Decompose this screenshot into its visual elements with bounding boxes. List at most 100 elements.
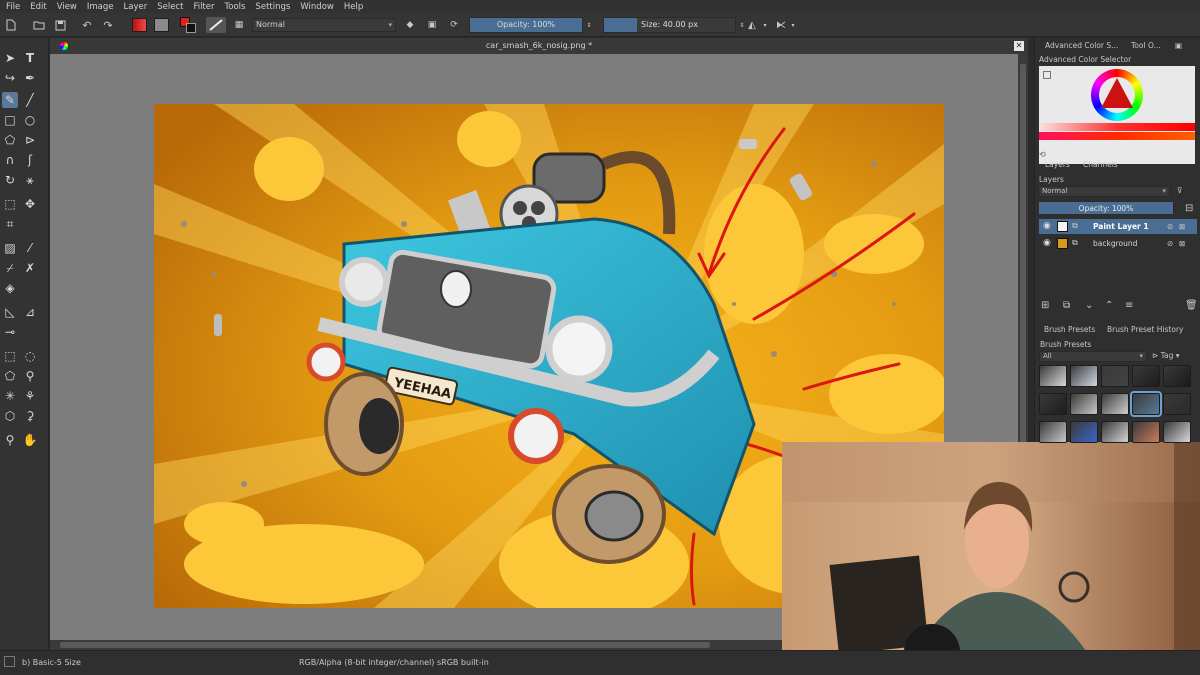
freehand-brush-icon[interactable]: ✎ [2,92,18,108]
brush-preset-icon[interactable] [206,17,226,33]
tab-tool-options[interactable]: Tool O... [1131,41,1161,50]
color-shade-bar-1[interactable] [1039,123,1195,131]
smart-patch-icon[interactable]: ⌿ [2,260,18,276]
brush-preset-tile[interactable] [1163,393,1191,415]
measure-tool-icon[interactable]: ⊿ [22,304,38,320]
opacity-slider[interactable]: Opacity: 100% [469,17,583,33]
brush-preset-tile[interactable] [1070,365,1098,387]
layer-lock-icon[interactable]: ⊘ [1167,222,1173,231]
visibility-eye-icon[interactable]: ◉ [1043,238,1051,248]
menu-file[interactable]: File [6,2,20,12]
brush-preset-tile[interactable] [1132,421,1160,443]
freehand-select-icon[interactable]: ⚲ [22,368,38,384]
layer-opacity-slider[interactable]: Opacity: 100% [1038,201,1174,215]
bezier-select-icon[interactable]: ⬡ [2,408,18,424]
status-brush-icon[interactable] [4,656,15,667]
reset-color-icon[interactable]: ⟲ [1039,150,1049,160]
pattern-swatch[interactable] [154,18,169,32]
ellipse-tool-icon[interactable]: ○ [22,112,38,128]
redo-icon[interactable]: ↷ [101,17,115,33]
tag-select[interactable]: ⊳ Tag ▾ [1152,351,1180,360]
move-layer-up-icon[interactable]: ⌃ [1105,300,1113,311]
rect-select-icon[interactable]: ⬚ [2,348,18,364]
delete-layer-icon[interactable]: 🗑 [1185,300,1198,311]
add-layer-icon[interactable]: ⊞ [1041,300,1049,311]
fill-tool-icon[interactable]: ◈ [2,280,18,296]
tab-brush-presets[interactable]: Brush Presets [1044,325,1095,334]
layer-properties-icon[interactable]: ⊟ [1185,203,1193,214]
contiguous-select-icon[interactable]: ✳ [2,388,18,404]
line-tool-icon[interactable]: ╱ [22,92,38,108]
bezier-tool-icon[interactable]: ∩ [2,152,18,168]
dynamic-brush-icon[interactable]: ↻ [2,172,18,188]
brush-preset-tile[interactable] [1101,365,1129,387]
visibility-eye-icon[interactable]: ◉ [1043,221,1051,231]
pan-tool-icon[interactable]: ✋ [22,432,38,448]
mirror-vertical-icon[interactable]: ⧔ [773,17,789,33]
layer-expand-icon[interactable]: ⧉ [1072,221,1078,231]
horizontal-scroll-thumb[interactable] [60,642,710,648]
menu-edit[interactable]: Edit [30,2,46,12]
layer-expand-icon[interactable]: ⧉ [1072,238,1078,248]
alpha-lock-icon[interactable]: ▣ [426,17,438,33]
brush-preset-tile[interactable] [1101,393,1129,415]
menu-tools[interactable]: Tools [225,2,246,12]
close-document-icon[interactable]: ✕ [1014,41,1024,51]
crop-tool-icon[interactable]: ⌗ [2,216,18,232]
mirror-dropdown-icon[interactable]: ▾ [761,17,769,33]
brush-preset-tile[interactable] [1163,421,1191,443]
polygon-tool-icon[interactable]: ⬠ [2,132,18,148]
gradient-tool-icon[interactable]: ▨ [2,240,18,256]
duplicate-layer-icon[interactable]: ⧉ [1063,300,1070,311]
brush-preset-tile[interactable] [1163,365,1191,387]
brush-preset-tile[interactable] [1101,421,1129,443]
blend-mode-select[interactable]: Normal ▾ [252,18,396,32]
undo-icon[interactable]: ↶ [80,17,94,33]
menu-settings[interactable]: Settings [255,2,290,12]
layer-row-background[interactable]: ◉ ⧉ background ⊘ ⊠ [1039,236,1197,251]
brush-preset-tile[interactable] [1070,393,1098,415]
color-shade-bar-2[interactable] [1039,132,1195,140]
layer-row-paint-layer-1[interactable]: ◉ ⧉ Paint Layer 1 ⊘ ⊠ [1039,219,1197,234]
brush-preset-tile[interactable] [1070,421,1098,443]
polygon-select-icon[interactable]: ⬠ [2,368,18,384]
menu-filter[interactable]: Filter [193,2,214,12]
menu-layer[interactable]: Layer [124,2,148,12]
status-color-space[interactable]: RGB/Alpha (8-bit integer/channel) sRGB b… [299,658,489,667]
menu-view[interactable]: View [57,2,77,12]
color-picker-icon[interactable]: ⁄ [22,240,38,256]
dock-overflow-icon[interactable]: ▣ [1175,41,1182,50]
fg-bg-color-selector[interactable] [180,17,196,33]
move-tool-icon[interactable]: ✥ [22,196,38,212]
eraser-icon[interactable]: ◆ [404,17,416,33]
calligraphy-icon[interactable]: ✒ [22,70,38,86]
reference-tool-icon[interactable]: ⊸ [2,324,18,340]
reload-preset-icon[interactable]: ⟳ [448,17,460,33]
rectangle-tool-icon[interactable]: □ [2,112,18,128]
menu-help[interactable]: Help [344,2,363,12]
open-folder-icon[interactable] [32,17,46,33]
layer-filter-icon[interactable]: ⊽ [1177,186,1183,195]
brush-preset-tile[interactable] [1039,421,1067,443]
text-tool-icon[interactable]: T [22,50,38,66]
multibrush-icon[interactable]: ⚹ [22,172,38,188]
menu-window[interactable]: Window [300,2,334,12]
size-slider[interactable]: Size: 40.00 px [603,17,736,33]
tab-layers[interactable]: Layers [1045,160,1070,169]
magnetic-select-icon[interactable]: ⚳ [22,408,38,424]
color-selector-panel[interactable]: ⟲ [1039,66,1195,164]
new-document-icon[interactable] [4,17,18,33]
grid-icon[interactable]: ▦ [232,17,246,33]
mirror-vertical-dropdown-icon[interactable]: ▾ [789,17,797,33]
layer-alpha-icon[interactable]: ⊠ [1179,222,1185,231]
select-shapes-icon[interactable]: ➤ [2,50,18,66]
transform-tool-icon[interactable]: ⬚ [2,196,18,212]
document-title[interactable]: car_smash_6k_nosig.png * [50,41,1028,50]
saturation-triangle[interactable] [1099,76,1135,110]
mirror-horizontal-icon[interactable]: ◭ [744,17,760,33]
brush-filter-select[interactable]: All ▾ [1039,351,1147,362]
colorize-mask-icon[interactable]: ✗ [22,260,38,276]
tab-channels[interactable]: Channels [1083,160,1118,169]
brush-preset-tile[interactable] [1039,365,1067,387]
menu-select[interactable]: Select [157,2,183,12]
